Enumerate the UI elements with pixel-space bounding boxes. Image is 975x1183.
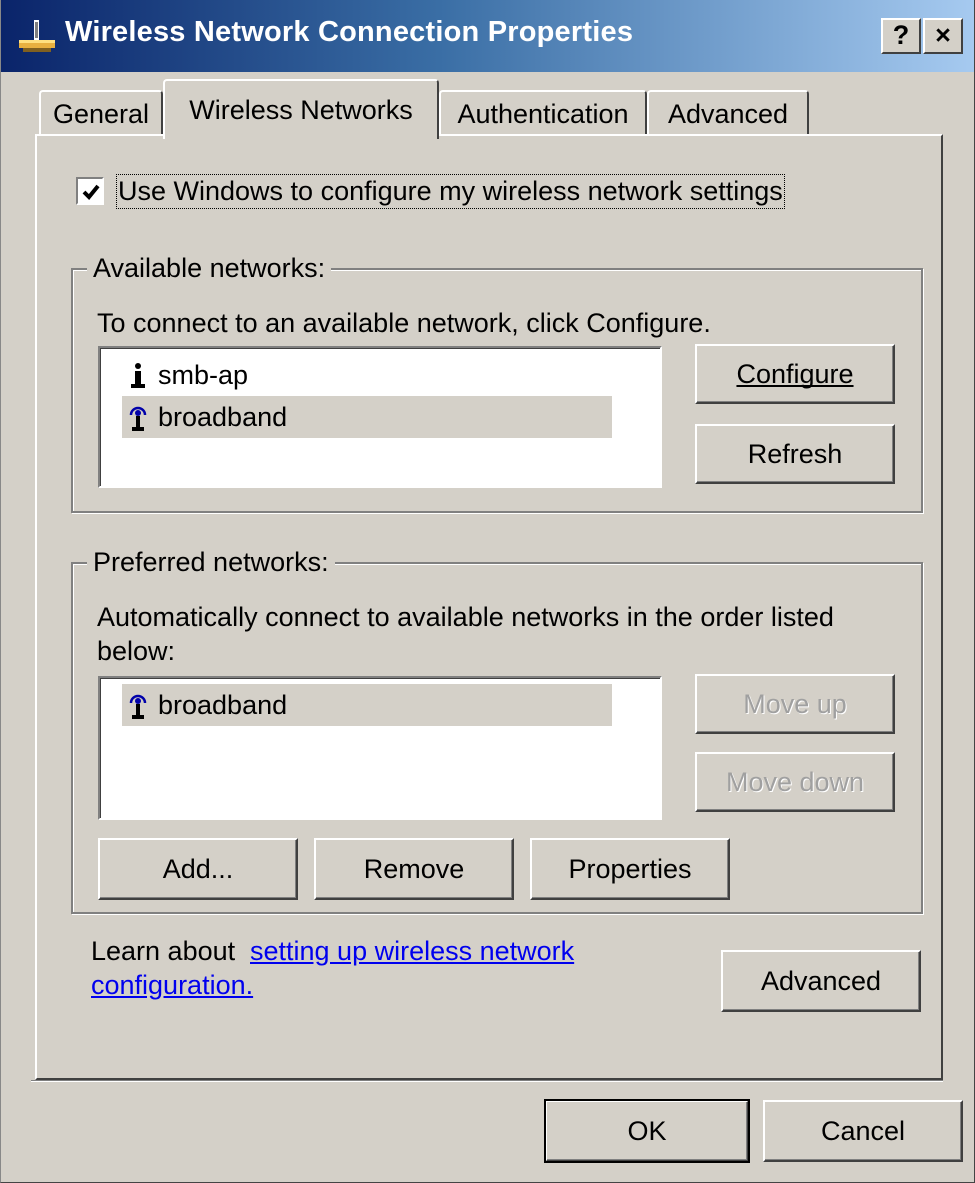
title-bar[interactable]: Wireless Network Connection Properties ?… <box>1 0 974 72</box>
available-networks-legend: Available networks: <box>87 253 332 284</box>
preferred-networks-description-cont: below: <box>97 636 176 666</box>
list-item[interactable]: broadband <box>122 684 612 726</box>
available-networks-description: To connect to an available network, clic… <box>97 308 711 338</box>
move-down-button[interactable]: Move down <box>695 752 895 812</box>
window-title: Wireless Network Connection Properties <box>65 16 634 48</box>
wireless-antenna-icon <box>129 694 147 719</box>
configure-button[interactable]: Configure <box>695 344 895 404</box>
close-button[interactable]: × <box>923 18 963 54</box>
learn-about-label: Learn about <box>91 936 236 966</box>
network-name: smb-ap <box>158 360 249 390</box>
properties-button[interactable]: Properties <box>530 838 730 900</box>
advanced-button[interactable]: Advanced <box>721 950 921 1012</box>
footer-separator <box>31 1080 943 1082</box>
move-up-button[interactable]: Move up <box>695 674 895 734</box>
wireless-antenna-icon <box>129 406 147 431</box>
use-windows-checkbox[interactable] <box>76 177 104 205</box>
access-point-icon <box>131 363 145 388</box>
preferred-networks-legend: Preferred networks: <box>87 547 335 578</box>
cancel-button[interactable]: Cancel <box>763 1100 963 1162</box>
list-item[interactable]: broadband <box>122 396 612 438</box>
checkmark-icon <box>82 184 100 200</box>
preferred-networks-description: Automatically connect to available netwo… <box>97 602 834 632</box>
configure-label: Configure <box>736 359 854 389</box>
available-networks-list[interactable]: smb-ap broadband <box>98 346 662 488</box>
remove-button[interactable]: Remove <box>314 838 514 900</box>
setup-wireless-link-cont[interactable]: configuration. <box>91 970 253 1001</box>
tab-advanced[interactable]: Advanced <box>647 90 809 136</box>
use-windows-label[interactable]: Use Windows to configure my wireless net… <box>116 174 785 209</box>
tab-authentication[interactable]: Authentication <box>439 90 647 136</box>
tab-general[interactable]: General <box>39 90 163 136</box>
network-name: broadband <box>158 402 288 432</box>
network-name: broadband <box>158 690 288 720</box>
help-button[interactable]: ? <box>881 18 921 54</box>
setup-wireless-link[interactable]: setting up wireless network <box>250 936 574 967</box>
add-button[interactable]: Add... <box>98 838 298 900</box>
network-connection-icon <box>19 20 55 52</box>
refresh-button[interactable]: Refresh <box>695 424 895 484</box>
tab-wireless-networks[interactable]: Wireless Networks <box>163 79 439 139</box>
preferred-networks-list[interactable]: broadband <box>98 676 662 820</box>
properties-dialog: Wireless Network Connection Properties ?… <box>0 0 975 1183</box>
ok-button[interactable]: OK <box>544 1099 750 1163</box>
list-item[interactable]: smb-ap <box>122 354 612 396</box>
